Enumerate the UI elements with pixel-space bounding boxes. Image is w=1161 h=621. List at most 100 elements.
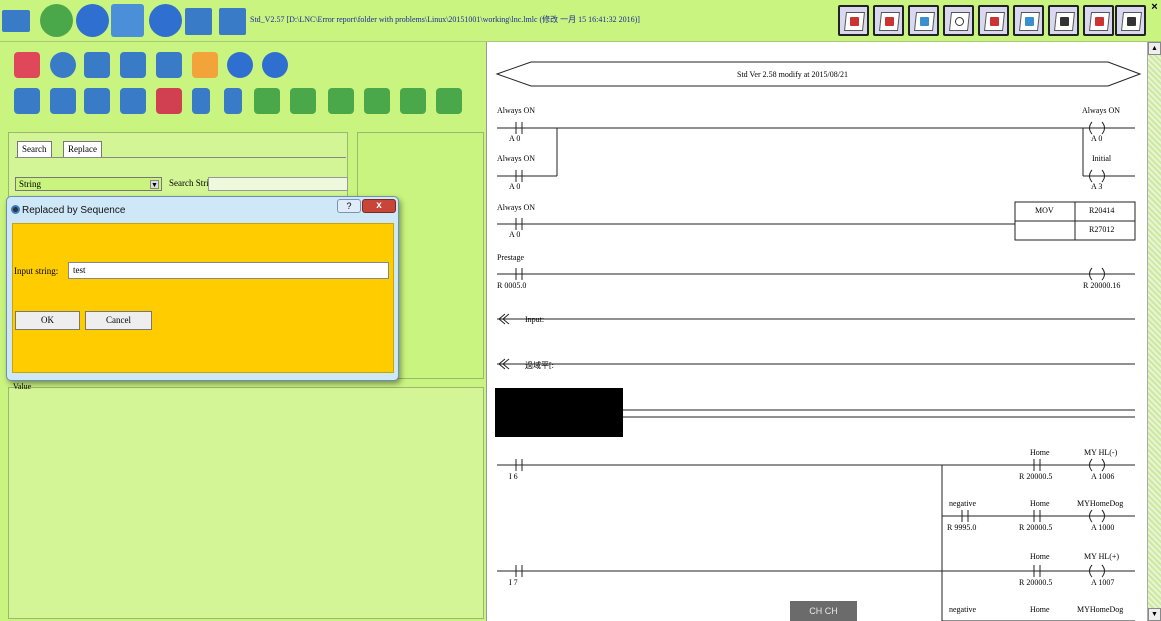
wrench-icon[interactable] [227,52,253,78]
r1-coil-addr: A 0 [1091,134,1103,143]
dialog-close-button[interactable]: x [362,199,396,213]
insert-end-icon[interactable] [436,88,462,114]
ladder-editor[interactable]: Std Ver 2.58 modify at 2015/08/21 Always… [486,42,1147,621]
scroll-up-icon[interactable]: ▲ [1148,42,1161,55]
r6-coil-label: MYHomeDog [1077,499,1124,508]
value-pane: Value [8,382,484,619]
r5-contact-addr: I 6 [509,472,518,481]
tab-divider [15,157,346,158]
mov-dst: R27012 [1089,225,1115,234]
dialog-title: Replaced by Sequence [22,205,126,216]
r6-neg-label: negative [949,499,977,508]
book-g-icon[interactable] [1048,5,1079,36]
selected-rung-block[interactable] [495,388,623,437]
delete-row-icon[interactable] [120,88,146,114]
tab-search[interactable]: Search [17,141,52,157]
app-icon [11,205,20,214]
insert-abc-icon[interactable] [328,88,354,114]
lock-icon[interactable] [149,4,182,37]
tab-replace[interactable]: Replace [63,141,102,157]
book-h-icon[interactable] [1083,5,1114,36]
r2-coil-addr: A 3 [1091,182,1103,191]
title-bar: Std_V2.57 [D:\LNC\Error report\folder wi… [0,0,1161,42]
document-icon[interactable] [84,52,110,78]
book-f-icon[interactable] [1013,5,1044,36]
value-label: Value [13,382,32,391]
ime-indicator[interactable]: CH CH [790,601,857,621]
r1-contact-label: Always ON [497,106,535,115]
insert-rts-icon[interactable] [400,88,426,114]
help-button[interactable]: ? [337,199,361,213]
r5-coil-addr: A 1006 [1091,472,1115,481]
folder-icon[interactable] [2,10,30,32]
insert-row-icon[interactable] [254,88,280,114]
search-type-select[interactable]: String ▼ [15,177,162,191]
cut-icon[interactable] [84,88,110,114]
book-c-icon[interactable] [908,5,939,36]
insert-line-icon[interactable] [290,88,316,114]
r6-coil-addr: A 1000 [1091,523,1115,532]
comment-input: Input: [525,315,545,324]
r7-coil-label: MY HL(+) [1084,552,1120,561]
book-d-icon[interactable] [943,5,974,36]
r7-contact-addr: I 7 [509,578,518,587]
input-string-field[interactable]: test [68,262,389,279]
input-string-label: Input string: [14,266,59,276]
cancel-button[interactable]: Cancel [85,311,152,330]
list-icon[interactable] [120,52,146,78]
network-icon[interactable] [192,52,218,78]
translate-icon[interactable] [111,4,144,37]
r6-neg-addr: R 9995.0 [947,523,977,532]
r3-contact-addr: A 0 [509,230,521,239]
r2-contact-label: Always ON [497,154,535,163]
cloud-icon[interactable] [50,52,76,78]
document-add-icon[interactable] [14,88,40,114]
redo-icon[interactable] [224,88,242,114]
toolbar-row-1 [0,46,486,86]
vertical-scrollbar[interactable]: ▲ ▼ [1147,42,1161,621]
stack-add-icon[interactable] [14,52,40,78]
ladder-header: Std Ver 2.58 modify at 2015/08/21 [737,70,848,79]
replace-dialog: Replaced by Sequence ? x Input string: t… [6,196,399,381]
eye-icon[interactable] [156,52,182,78]
r6-home-addr: R 20000.5 [1019,523,1053,532]
r7-coil-addr: A 1007 [1091,578,1115,587]
book-e-icon[interactable] [978,5,1009,36]
book-a-icon[interactable] [838,5,869,36]
r4-contact-label: Prestage [497,253,525,262]
scroll-down-icon[interactable]: ▼ [1148,608,1161,621]
save-icon[interactable] [185,8,212,35]
r2-contact-addr: A 0 [509,182,521,191]
chevron-down-icon[interactable]: ▼ [150,180,159,189]
r3-contact-label: Always ON [497,203,535,212]
mov-label: MOV [1035,206,1054,215]
info-icon[interactable] [76,4,109,37]
r7-home-label: Home [1030,552,1050,561]
globe-add-icon[interactable] [40,4,73,37]
r4-contact-addr: R 0005.0 [497,281,527,290]
delete-icon[interactable] [156,88,182,114]
toolbar-row-2 [0,82,486,122]
book-i-icon[interactable] [1115,5,1146,36]
r1-coil-label: Always ON [1082,106,1120,115]
book-b-icon[interactable] [873,5,904,36]
comment-2: 過域平[: [525,361,554,370]
window-close-button[interactable]: × [1149,2,1160,13]
search-type-value: String [19,179,42,189]
r8-coil-label: MYHomeDog [1077,605,1124,614]
lock-icon[interactable] [262,52,288,78]
search-string-input[interactable] [208,177,348,191]
folder-remove-icon[interactable] [219,8,246,35]
r5-coil-label: MY HL(-) [1084,448,1118,457]
ladder-lines [495,61,1142,621]
window-title: Std_V2.57 [D:\LNC\Error report\folder wi… [250,15,640,24]
undo-icon[interactable] [192,88,210,114]
r1-contact-addr: A 0 [509,134,521,143]
mov-src: R20414 [1089,206,1115,215]
r8-home-label: Home [1030,605,1050,614]
r5-home-addr: R 20000.5 [1019,472,1053,481]
copy-icon[interactable] [50,88,76,114]
insert-cmd-icon[interactable] [364,88,390,114]
ok-button[interactable]: OK [15,311,80,330]
r4-coil-addr: R 20000.16 [1083,281,1121,290]
